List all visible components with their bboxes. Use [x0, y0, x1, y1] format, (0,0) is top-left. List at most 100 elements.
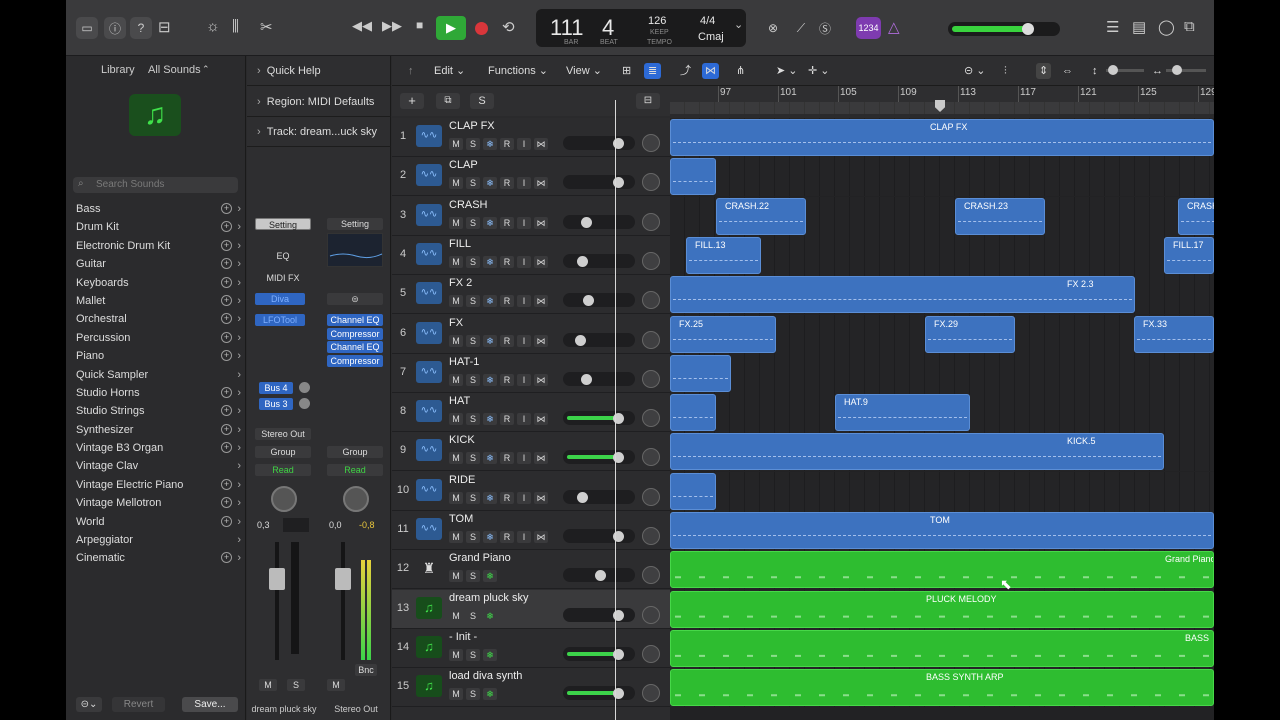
track-lane[interactable]: BASS SYNTH ARP	[670, 668, 1214, 708]
solo-button[interactable]: S	[466, 295, 480, 308]
revert-button[interactable]: Revert	[112, 697, 165, 712]
track-header[interactable]: 9 ∿∿ KICK M S ❄ R I ⋈	[392, 432, 670, 472]
grid-view-icon[interactable]: ⊞	[622, 63, 631, 79]
add-icon[interactable]: +	[221, 276, 232, 288]
flex-mode-icon[interactable]: ⋈	[534, 216, 548, 229]
track-name[interactable]: TOM	[449, 513, 473, 525]
volume-slider[interactable]	[563, 371, 635, 386]
cycle-icon[interactable]: ⟲	[502, 18, 515, 36]
list-editors-icon[interactable]: ☰	[1106, 18, 1119, 36]
track-name[interactable]: RIDE	[449, 474, 475, 486]
input-monitor-button[interactable]: I	[517, 334, 531, 347]
chevron-right-icon[interactable]: ›	[237, 494, 241, 512]
solo-button[interactable]: S	[466, 413, 480, 426]
solo-button[interactable]: S	[466, 688, 480, 701]
mute-button[interactable]: M	[449, 609, 463, 622]
send-knob[interactable]	[299, 382, 310, 393]
audio-fx-slot[interactable]: LFOTool	[255, 314, 305, 326]
region[interactable]: FX.25	[670, 315, 776, 353]
chevron-right-icon[interactable]: ›	[237, 329, 241, 347]
input-monitor-button[interactable]: I	[517, 255, 531, 268]
bounce-button[interactable]: Bnc	[355, 664, 377, 676]
add-icon[interactable]: +	[221, 313, 232, 325]
strip-solo-button[interactable]: S	[287, 679, 305, 691]
add-icon[interactable]: +	[221, 442, 232, 454]
plugin-slot[interactable]: Channel EQ	[327, 341, 383, 354]
pan-knob[interactable]	[642, 644, 660, 663]
chevron-right-icon[interactable]: ›	[237, 402, 241, 420]
pointer-tool-icon[interactable]: ➤ ⌄	[776, 63, 798, 79]
lcd-chevron-icon[interactable]: ⌄	[734, 18, 743, 31]
chevron-right-icon[interactable]: ›	[237, 439, 241, 457]
volume-slider[interactable]	[563, 253, 635, 268]
global-s-button[interactable]: S	[470, 93, 494, 109]
eq-display[interactable]: EQ	[259, 246, 307, 266]
volume-knob[interactable]	[581, 216, 592, 228]
setting-button[interactable]: Setting	[327, 218, 383, 230]
region[interactable]	[670, 394, 716, 432]
track-name[interactable]: CLAP	[449, 159, 478, 171]
group-slot[interactable]: Group	[255, 446, 311, 458]
pan-knob[interactable]	[642, 605, 660, 624]
library-item[interactable]: Drum Kit + ›	[66, 218, 246, 236]
add-icon[interactable]: +	[221, 552, 232, 564]
region[interactable]: TOM	[670, 512, 1214, 549]
track-header[interactable]: 2 ∿∿ CLAP M S ❄ R I ⋈	[392, 157, 670, 197]
track-name[interactable]: - Init -	[449, 631, 477, 643]
mute-button[interactable]: M	[449, 491, 463, 504]
plugin-slot[interactable]: Compressor	[327, 327, 383, 340]
library-item[interactable]: Orchestral + ›	[66, 310, 246, 328]
volume-slider[interactable]	[563, 529, 635, 543]
region[interactable]: PLUCK MELODY	[670, 590, 1214, 628]
volume-knob[interactable]	[577, 491, 588, 503]
back-arrow-icon[interactable]: ↑	[408, 63, 414, 79]
freeze-icon[interactable]: ❄	[483, 491, 497, 504]
mute-button[interactable]: M	[449, 373, 463, 386]
chevron-right-icon[interactable]: ›	[237, 366, 241, 384]
volume-slider[interactable]	[563, 332, 635, 347]
library-item[interactable]: Mallet + ›	[66, 292, 246, 310]
horizontal-zoom-slider[interactable]	[1166, 65, 1206, 75]
send-bus3[interactable]: Bus 3	[259, 398, 293, 410]
track-name[interactable]: HAT-1	[449, 356, 479, 368]
track-lane[interactable]	[670, 157, 1214, 197]
mute-button[interactable]: M	[449, 334, 463, 347]
waveform-zoom-icon[interactable]: ⫶	[1004, 63, 1007, 79]
freeze-icon[interactable]: ❄	[483, 177, 497, 190]
solo-button[interactable]: S	[466, 255, 480, 268]
track-header[interactable]: 4 ∿∿ FILL M S ❄ R I ⋈	[392, 236, 670, 275]
track-name[interactable]: KICK	[449, 434, 475, 446]
library-item[interactable]: Studio Horns + ›	[66, 384, 246, 402]
mixer-icon[interactable]: ⫼	[232, 18, 239, 35]
volume-slider[interactable]	[563, 175, 635, 190]
plugin-slot[interactable]: Compressor	[327, 355, 383, 368]
mute-button[interactable]: M	[449, 688, 463, 701]
stop-icon[interactable]: ■	[416, 18, 423, 32]
setting-button[interactable]: Setting	[255, 218, 311, 230]
volume-slider[interactable]	[563, 686, 635, 701]
track-name[interactable]: HAT	[449, 395, 470, 407]
editors-scissors-icon[interactable]: ✂	[260, 18, 273, 36]
chevron-right-icon[interactable]: ›	[237, 421, 241, 439]
midi-fx-slot[interactable]: MIDI FX	[259, 272, 307, 284]
tuner-icon[interactable]: ⟋	[790, 17, 812, 39]
record-enable-button[interactable]: R	[500, 177, 514, 190]
library-toggle-icon[interactable]: ▭	[76, 17, 98, 39]
record-enable-button[interactable]: R	[500, 334, 514, 347]
freeze-icon[interactable]: ❄	[483, 334, 497, 347]
selector-chevron-icon[interactable]: ⌃	[202, 64, 210, 75]
vertical-zoom-icon[interactable]: ⇕	[1036, 63, 1052, 79]
link-icon[interactable]: ⊜	[327, 293, 383, 305]
add-icon[interactable]: +	[221, 239, 232, 251]
volume-slider[interactable]	[563, 568, 635, 583]
browser-icon[interactable]: ⧉	[1184, 18, 1195, 35]
track-name[interactable]: FX 2	[449, 277, 472, 289]
record-enable-button[interactable]: R	[500, 491, 514, 504]
horizontal-zoom-knob[interactable]	[1172, 65, 1182, 75]
track-lane[interactable]: Grand Piano	[670, 550, 1214, 590]
track-header[interactable]: 7 ∿∿ HAT-1 M S ❄ R I ⋈	[392, 354, 670, 393]
volume-fader[interactable]	[269, 568, 285, 590]
folder-icon[interactable]: ⊟	[636, 93, 660, 109]
volume-slider[interactable]	[563, 607, 635, 622]
plugin-slot[interactable]: Channel EQ	[327, 314, 383, 326]
